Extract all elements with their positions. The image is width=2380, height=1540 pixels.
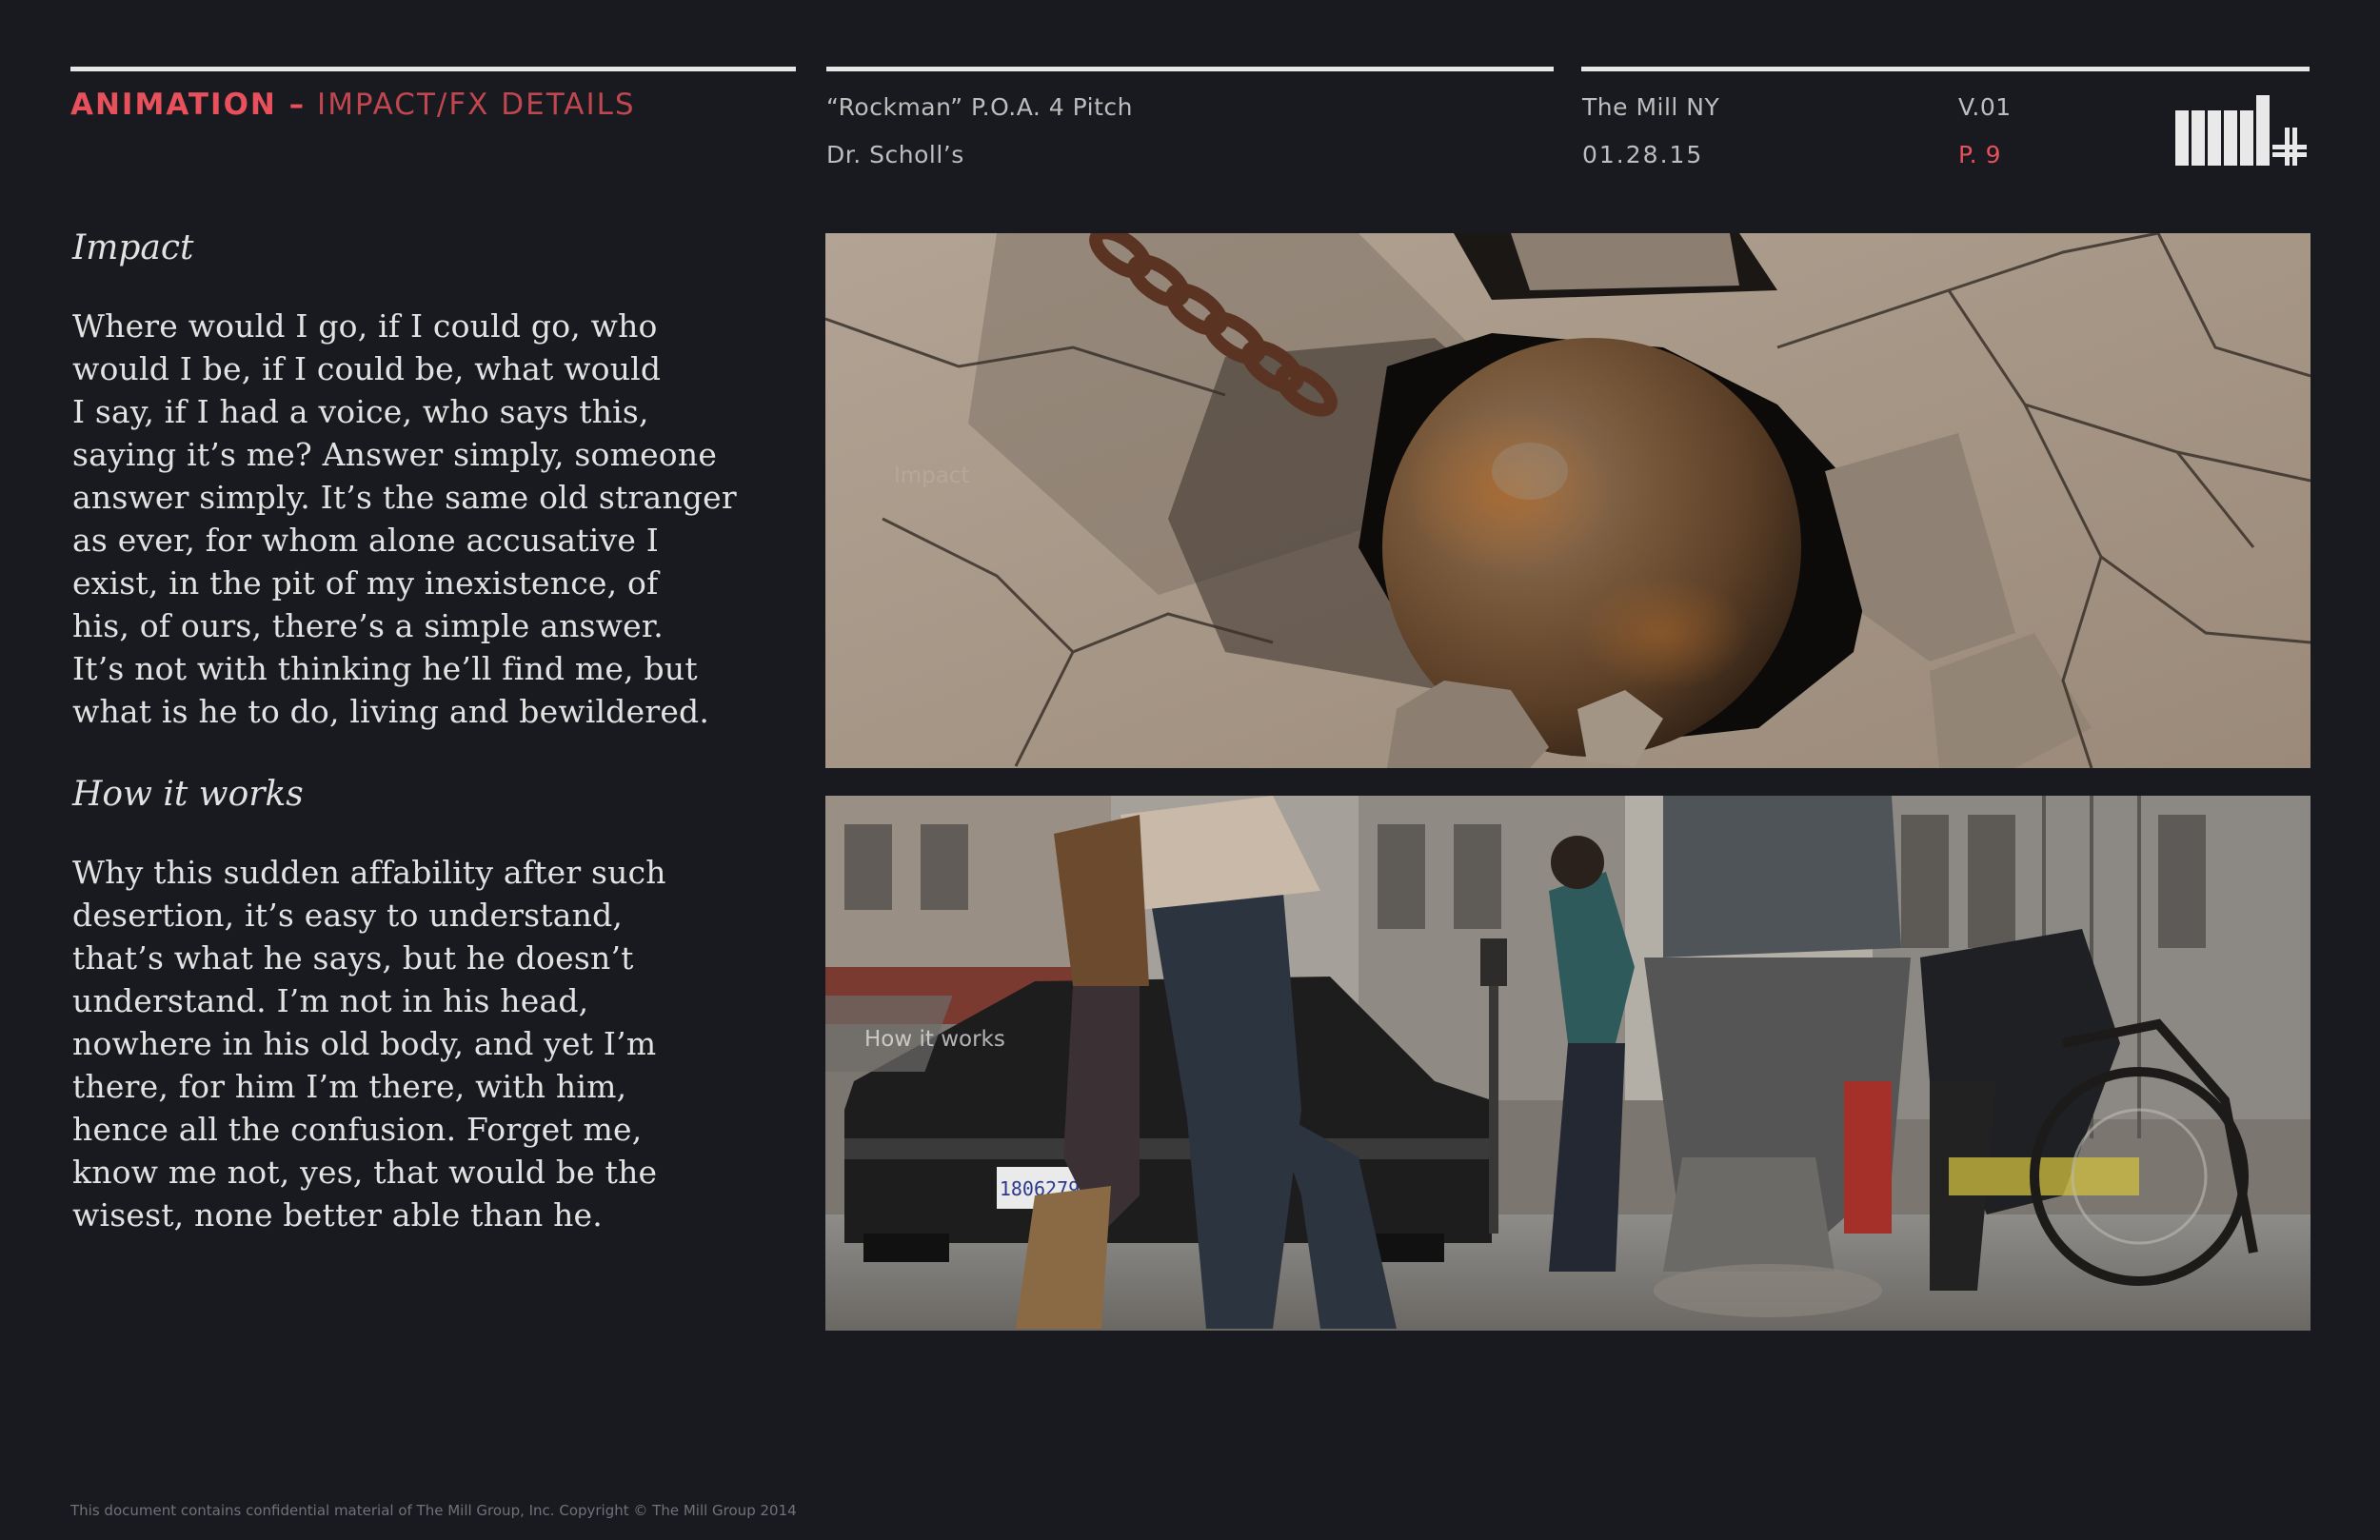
- section-title-strong: ANIMATION –: [70, 88, 307, 122]
- header-rule-left: [70, 67, 796, 71]
- header-rule-middle: [826, 67, 1554, 71]
- project-title: “Rockman” P.O.A. 4 Pitch: [826, 93, 1134, 121]
- body-text-column: Impact Where would I go, if I could go, …: [72, 221, 796, 1236]
- impact-paragraph: Where would I go, if I could go, who wou…: [72, 307, 737, 730]
- section-title: ANIMATION – IMPACT/FX DETAILS: [70, 88, 636, 122]
- studio-name: The Mill NY: [1582, 93, 1720, 121]
- impact-heading: Impact: [72, 228, 194, 267]
- how-it-works-paragraph: Why this sudden affability after such de…: [72, 854, 666, 1234]
- page-number: P. 9: [1958, 141, 2001, 168]
- how-it-works-overlay-label: How it works: [864, 1027, 1005, 1052]
- version-label: V.01: [1958, 93, 2012, 121]
- header-rule-right: [1581, 67, 2310, 71]
- mill-logo-icon: [2175, 95, 2307, 166]
- footer-legal-text: This document contains confidential mate…: [70, 1502, 797, 1519]
- client-name: Dr. Scholl’s: [826, 141, 964, 168]
- impact-overlay-label: Impact: [894, 464, 970, 488]
- how-it-works-heading: How it works: [72, 775, 304, 814]
- document-date: 01.28.15: [1582, 141, 1704, 168]
- how-it-works-image: 1806279 How it works: [825, 796, 2311, 1331]
- section-title-light: IMPACT/FX DETAILS: [317, 88, 636, 122]
- impact-image: Impact: [825, 233, 2311, 768]
